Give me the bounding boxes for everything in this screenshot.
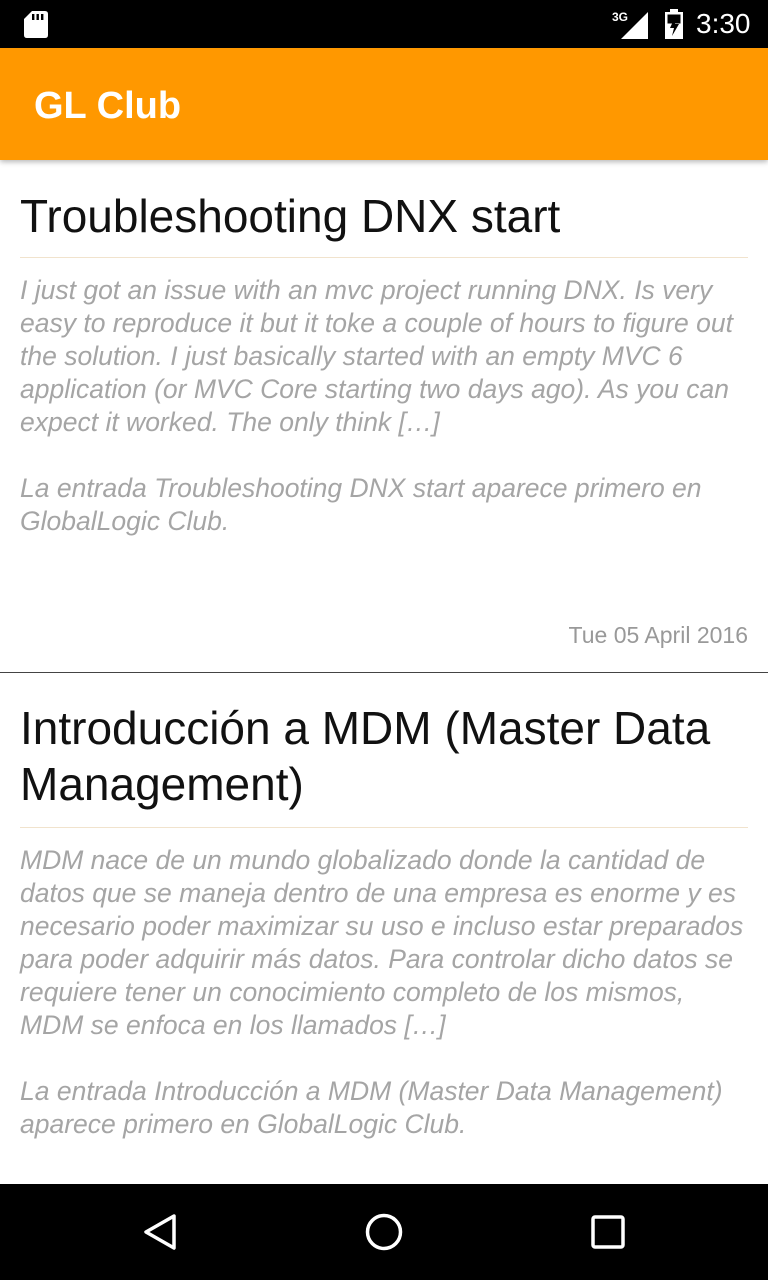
navigation-bar [0, 1184, 768, 1280]
sd-card-icon [24, 11, 48, 38]
back-icon[interactable] [140, 1212, 180, 1252]
battery-icon [665, 9, 683, 39]
post-title: Troubleshooting DNX start [20, 190, 561, 242]
recents-icon[interactable] [588, 1212, 628, 1252]
post-date: Tue 05 April 2016 [568, 622, 748, 648]
post-source-note: La entrada Introducción a MDM (Master Da… [20, 1076, 723, 1139]
home-icon[interactable] [364, 1212, 404, 1252]
post-source-note: La entrada Troubleshooting DNX start apa… [20, 473, 702, 536]
post-excerpt: I just got an issue with an mvc project … [20, 275, 733, 437]
svg-text:3G: 3G [612, 10, 628, 24]
title-divider [20, 827, 748, 828]
clock: 3:30 [696, 8, 751, 39]
post-card[interactable]: Introducción a MDM (Master Data Manageme… [0, 673, 768, 1184]
app-bar: GL Club [0, 48, 768, 160]
post-card[interactable]: Troubleshooting DNX start I just got an … [0, 160, 768, 673]
post-list[interactable]: Troubleshooting DNX start I just got an … [0, 160, 768, 1184]
status-bar: 3G 3:30 [0, 0, 768, 48]
post-title: Introducción a MDM (Master Data Manageme… [20, 702, 711, 810]
post-excerpt: MDM nace de un mundo globalizado donde l… [20, 845, 744, 1040]
title-divider [20, 257, 748, 258]
app-title: GL Club [34, 85, 182, 127]
cell-signal-icon: 3G [612, 10, 648, 39]
